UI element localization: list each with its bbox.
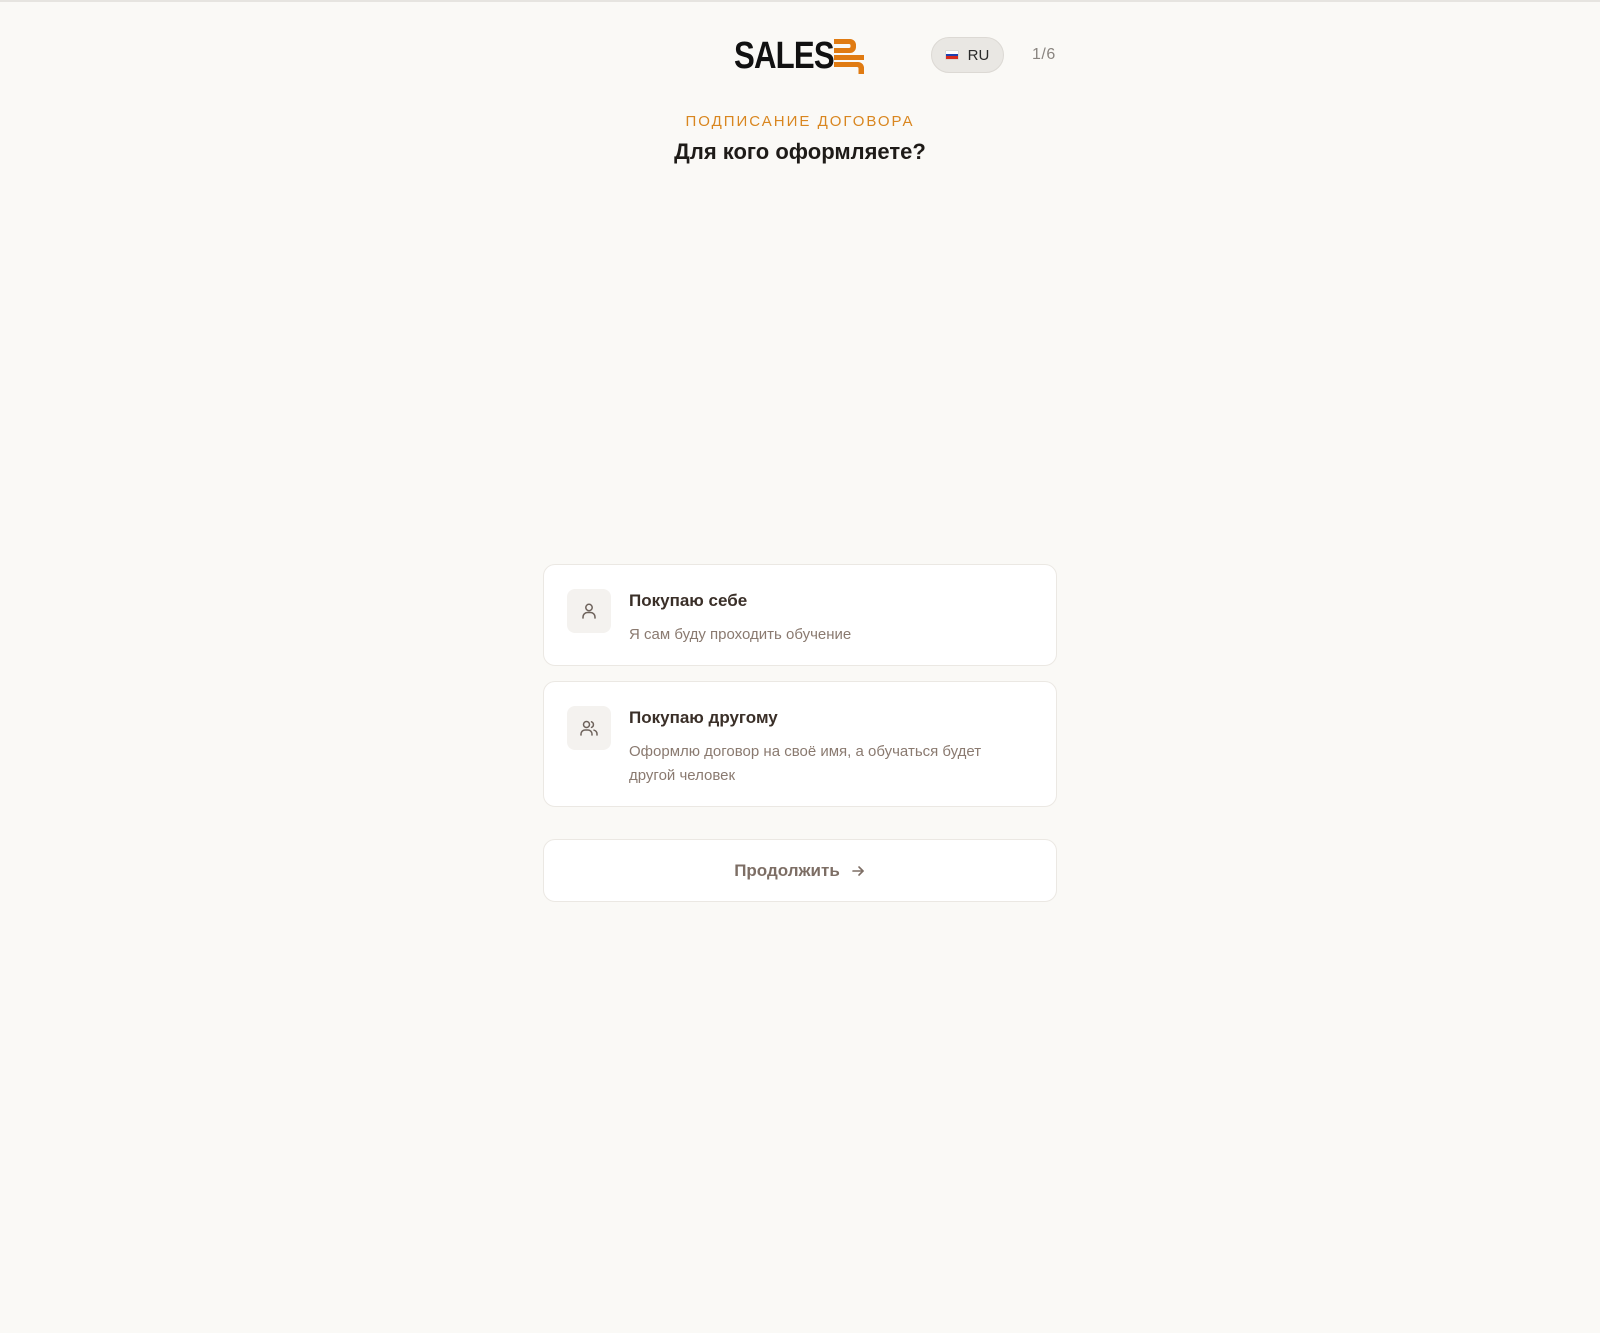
- option-buy-for-other[interactable]: Покупаю другому Оформлю договор на своё …: [543, 681, 1057, 807]
- option-description: Оформлю договор на своё имя, а обучаться…: [629, 743, 982, 784]
- users-icon: [567, 706, 611, 750]
- top-divider: [0, 0, 1600, 2]
- option-buy-for-self[interactable]: Покупаю себе Я сам буду проходить обучен…: [543, 564, 1057, 666]
- page-title: Для кого оформляете?: [674, 139, 926, 164]
- option-title: Покупаю себе: [629, 591, 748, 610]
- user-icon: [567, 589, 611, 633]
- section-overline: ПОДПИСАНИЕ ДОГОВОРА: [685, 113, 915, 130]
- continue-button[interactable]: Продолжить: [543, 839, 1057, 902]
- arrow-right-icon: [850, 863, 866, 879]
- sales-up-logo: SALES: [734, 36, 868, 76]
- logo-text: SALES: [734, 35, 835, 77]
- russia-flag-icon: [945, 51, 958, 60]
- option-description: Я сам буду проходить обучение: [629, 626, 852, 643]
- option-title: Покупаю другому: [629, 708, 778, 727]
- language-code: RU: [967, 46, 990, 64]
- step-counter: 1/6: [1032, 46, 1056, 63]
- continue-label: Продолжить: [734, 860, 840, 880]
- logo-up-mark: [834, 39, 864, 74]
- language-selector[interactable]: RU: [931, 37, 1004, 73]
